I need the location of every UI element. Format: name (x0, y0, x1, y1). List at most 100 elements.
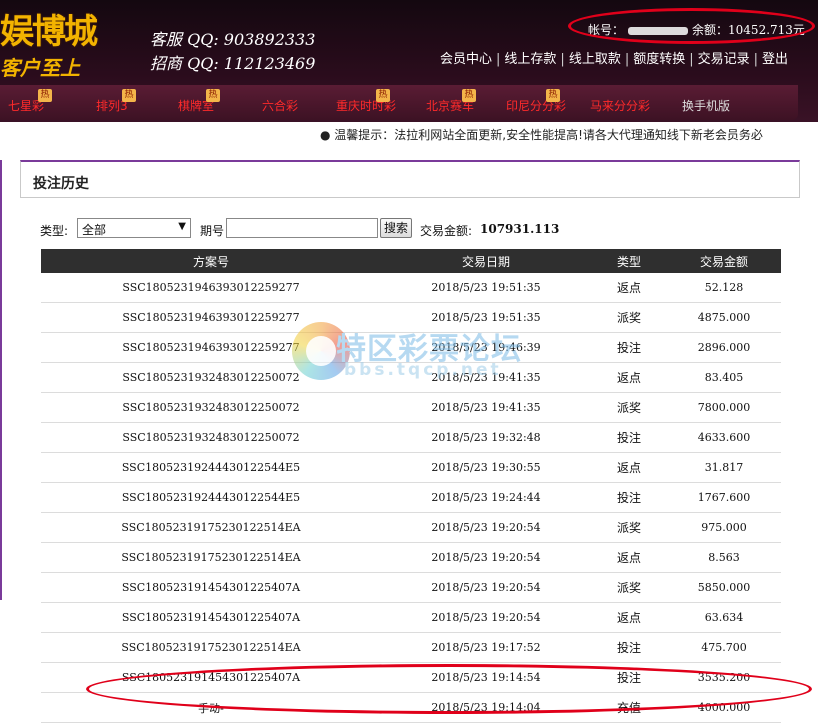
cell-amount: 4875.000 (697, 311, 751, 324)
table-row[interactable]: SSC18052319175230122514EA 2018/5/23 19:20… (41, 543, 781, 573)
cell-type: 投注 (616, 341, 641, 355)
cell-date: 2018/5/23 19:20:54 (431, 521, 541, 534)
nav-credit-transfer[interactable]: 额度转换 (633, 52, 685, 67)
cell-date: 2018/5/23 19:20:54 (431, 551, 541, 564)
cell-date: 2018/5/23 19:41:35 (431, 371, 541, 384)
cell-type: 投注 (616, 431, 641, 445)
game-tab-liuhecai[interactable]: 六合彩 (262, 97, 298, 114)
table-body: SSC180523194639301225927​7 2018/5/23 19:5… (41, 273, 781, 723)
cell-type: 返点 (616, 371, 641, 385)
type-select[interactable]: 全部 ▼ (77, 218, 191, 238)
notice-marquee: ● 温馨提示：法拉利网站全面更新,安全性能提高!请各大代理通知线下新老会员务必 (320, 128, 763, 142)
cell-plan-id: SSC1805231932483012250072 (122, 431, 300, 444)
search-button[interactable]: 搜索 (380, 218, 412, 238)
cell-amount: 52.128 (704, 281, 744, 294)
table-row[interactable]: SSC18052319244430122544E5 2018/5/23 19:30… (41, 453, 781, 483)
table-row[interactable]: SSC1805231946393012259277 2018/5/23 19:46… (41, 333, 781, 363)
site-logo[interactable]: 娱博城 (0, 4, 98, 53)
col-date: 交易日期 (461, 254, 510, 269)
table-row[interactable]: SSC18052319175230122514EA 2018/5/23 19:17… (41, 633, 781, 663)
game-tab-chongqing-ssc[interactable]: 热重庆时时彩 (336, 89, 396, 114)
cell-type: 派奖 (616, 521, 641, 535)
cell-type: 投注 (616, 671, 641, 685)
col-amount: 交易金额 (699, 254, 748, 269)
cell-date: 2018/5/23 19:51:35 (431, 311, 541, 324)
cell-date: 2018/5/23 19:46:39 (431, 341, 541, 354)
game-tab-pailie3[interactable]: 热排列3 (96, 89, 136, 114)
issue-label: 期号 (200, 224, 225, 238)
cell-plan-id: SSC180523193248301225007​2 (122, 371, 300, 384)
cell-date: 2018/5/23 19:32:48 (431, 431, 541, 444)
cell-date: 2018/5/23 19:14:54 (431, 671, 541, 684)
balance-annotation-circle (568, 8, 815, 44)
page-title: 投注历史 (33, 176, 89, 192)
game-nav: 热七星彩 热排列3 热棋牌室 六合彩 热重庆时时彩 热北京赛车 热印尼分分彩 马… (0, 85, 798, 120)
table-row[interactable]: 手动- 2018/5/23 19:14:04 充值 4000.000 (41, 693, 781, 723)
cell-amount: 31.817 (704, 461, 744, 474)
switch-mobile-link[interactable]: 换手机版 (682, 97, 730, 114)
game-tab-qipaishi[interactable]: 热棋牌室 (178, 89, 220, 114)
table-row[interactable]: SSC180523194639301225927​7 2018/5/23 19:5… (41, 273, 781, 303)
cell-plan-id: SSC1805231917523012251​4EA (121, 521, 301, 534)
cell-plan-id: SSC180523191454301225407A (121, 671, 301, 684)
cell-date: 2018/5/23 19:14:04 (431, 701, 541, 714)
cell-date: 2018/5/23 19:17:52 (431, 641, 541, 654)
game-tab-beijing-pk[interactable]: 热北京赛车 (426, 89, 476, 114)
cell-type: 返点 (616, 281, 641, 295)
cell-plan-id: SSC1805231946393012259277 (122, 311, 300, 324)
hot-badge-icon: 热 (38, 89, 52, 102)
cell-amount: 8.563 (708, 551, 740, 564)
cell-amount: 975.000 (701, 521, 747, 534)
game-tab-malaysia-ffc[interactable]: 马来分分彩 (590, 97, 650, 114)
total-amount-value: 107931.113 (480, 222, 560, 236)
site-header: 娱博城 客户至上 客服 QQ: 903892333 招商 QQ: 1121234… (0, 0, 818, 122)
cell-date: 2018/5/23 19:51:35 (431, 281, 541, 294)
game-tab-indonesia-ffc[interactable]: 热印尼分分彩 (506, 89, 566, 114)
type-label: 类型: (40, 224, 69, 238)
site-slogan: 客户至上 (0, 56, 80, 80)
left-divider (0, 160, 7, 600)
cell-type: 返点 (616, 461, 641, 475)
cell-plan-id: SSC18052319175230122514EA (121, 641, 301, 654)
cell-amount: 4000.000 (697, 701, 751, 714)
table-row[interactable]: SSC1805231917523012251​4EA 2018/5/23 19:2… (41, 513, 781, 543)
hot-badge-icon: 热 (206, 89, 220, 102)
table-row[interactable]: SSC1805231932483012250072 2018/5/23 19:41… (41, 393, 781, 423)
cell-plan-id: SSC1805231914543012254​07A (121, 581, 301, 594)
table-row[interactable]: SSC180523193248301225007​2 2018/5/23 19:4… (41, 363, 781, 393)
table-row[interactable]: SSC1805231914543012254​07A 2018/5/23 19:2… (41, 573, 781, 603)
transaction-table: 方案号 交易日期 类型 交易金额 SSC18052319463930122592… (41, 249, 781, 723)
table-row[interactable]: SSC1805231932483012250072 2018/5/23 19:32… (41, 423, 781, 453)
cell-type: 派奖 (616, 581, 641, 595)
cell-amount: 2896.000 (697, 341, 751, 354)
hot-badge-icon: 热 (546, 89, 560, 102)
col-plan-id: 方案号 (192, 254, 229, 269)
nav-member-center[interactable]: 会员中心 (440, 52, 492, 67)
total-amount-label: 交易金额: (420, 224, 473, 238)
service-qq: 客服 QQ: 903892333 (150, 30, 316, 49)
bet-history-panel: 投注历史 (20, 160, 800, 198)
cell-plan-id: SSC18052319244430122544E5 (121, 461, 301, 474)
nav-logout[interactable]: 登出 (762, 52, 788, 67)
cell-type: 充值 (616, 701, 641, 715)
hot-badge-icon: 热 (122, 89, 136, 102)
issue-input[interactable] (226, 218, 378, 238)
game-tab-qixingcai[interactable]: 热七星彩 (8, 89, 52, 114)
nav-online-withdraw[interactable]: 线上取款 (569, 52, 621, 67)
table-row[interactable]: SSC180523191454301225407A 2018/5/23 19:14… (41, 663, 781, 693)
table-row[interactable]: SSC1805231946393012259277 2018/5/23 19:51… (41, 303, 781, 333)
cell-amount: 83.405 (704, 371, 744, 384)
col-type: 类型 (616, 254, 641, 269)
table-row[interactable]: SSC180523191454301225407A 2018/5/23 19:20… (41, 603, 781, 633)
cell-plan-id: SSC1805231946393012259277 (122, 341, 300, 354)
cell-type: 返点 (616, 611, 641, 625)
hot-badge-icon: 热 (376, 89, 390, 102)
table-row[interactable]: SSC18052319244430122544E5 2018/5/23 19:24… (41, 483, 781, 513)
cell-amount: 5850.000 (697, 581, 751, 594)
cell-date: 2018/5/23 19:24:44 (431, 491, 541, 504)
nav-online-deposit[interactable]: 线上存款 (504, 52, 556, 67)
cell-date: 2018/5/23 19:41:35 (431, 401, 541, 414)
table-header: 方案号 交易日期 类型 交易金额 (41, 249, 781, 273)
nav-transaction-records[interactable]: 交易记录 (698, 52, 750, 67)
cell-type: 派奖 (616, 311, 641, 325)
